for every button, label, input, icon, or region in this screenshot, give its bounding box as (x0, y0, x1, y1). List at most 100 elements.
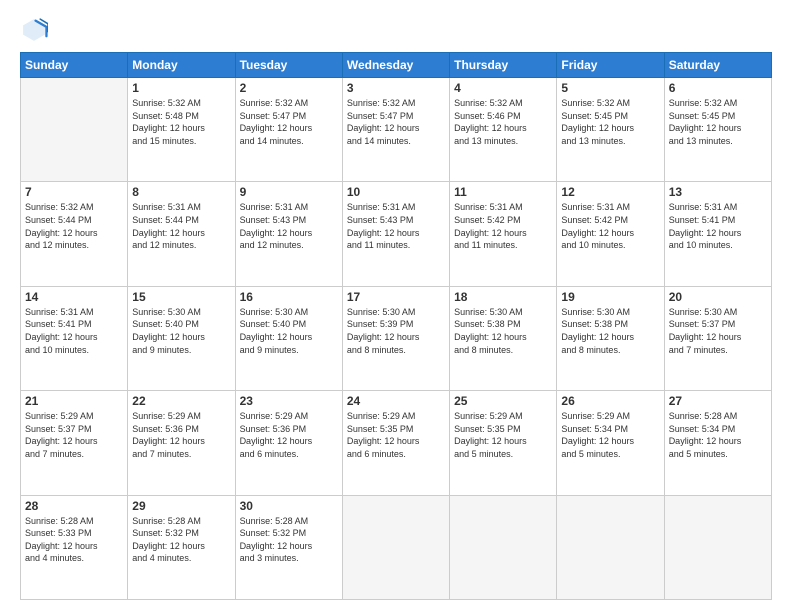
header-cell-friday: Friday (557, 53, 664, 78)
day-cell: 15Sunrise: 5:30 AM Sunset: 5:40 PM Dayli… (128, 286, 235, 390)
day-info: Sunrise: 5:32 AM Sunset: 5:47 PM Dayligh… (347, 97, 445, 147)
calendar-header: SundayMondayTuesdayWednesdayThursdayFrid… (21, 53, 772, 78)
day-info: Sunrise: 5:31 AM Sunset: 5:44 PM Dayligh… (132, 201, 230, 251)
week-row-4: 21 Sunrise: 5:29 AM Sunset: 5:37 PM Dayli… (21, 391, 772, 495)
day-cell (342, 495, 449, 599)
day-number: 3 (347, 81, 445, 95)
day-cell: 5 Sunrise: 5:32 AM Sunset: 5:45 PM Daylig… (557, 78, 664, 182)
day-number: 27 (669, 394, 767, 408)
day-number: 14 (25, 290, 123, 304)
day-info: Sunrise: 5:29 AM Sunset: 5:36 PM Dayligh… (132, 410, 230, 460)
day-cell: 22 Sunrise: 5:29 AM Sunset: 5:36 PM Dayli… (128, 391, 235, 495)
day-cell: 20 Sunrise: 5:30 AM Sunset: 5:37 PM Dayli… (664, 286, 771, 390)
day-number: 19 (561, 290, 659, 304)
day-info: Sunrise: 5:31 AM Sunset: 5:41 PM Dayligh… (669, 201, 767, 251)
day-number: 2 (240, 81, 338, 95)
day-cell: 2 Sunrise: 5:32 AM Sunset: 5:47 PM Daylig… (235, 78, 342, 182)
day-number: 12 (561, 185, 659, 199)
day-info: Sunrise: 5:29 AM Sunset: 5:34 PM Dayligh… (561, 410, 659, 460)
logo (20, 16, 52, 44)
day-number: 29 (132, 499, 230, 513)
day-cell: 12 Sunrise: 5:31 AM Sunset: 5:42 PM Dayli… (557, 182, 664, 286)
day-cell: 18Sunrise: 5:30 AM Sunset: 5:38 PM Dayli… (450, 286, 557, 390)
day-cell: 8 Sunrise: 5:31 AM Sunset: 5:44 PM Daylig… (128, 182, 235, 286)
day-info: Sunrise: 5:29 AM Sunset: 5:36 PM Dayligh… (240, 410, 338, 460)
day-cell: 26Sunrise: 5:29 AM Sunset: 5:34 PM Dayli… (557, 391, 664, 495)
day-number: 10 (347, 185, 445, 199)
day-number: 22 (132, 394, 230, 408)
header-cell-thursday: Thursday (450, 53, 557, 78)
week-row-5: 28 Sunrise: 5:28 AM Sunset: 5:33 PM Dayli… (21, 495, 772, 599)
day-info: Sunrise: 5:32 AM Sunset: 5:45 PM Dayligh… (561, 97, 659, 147)
day-cell: 9Sunrise: 5:31 AM Sunset: 5:43 PM Daylig… (235, 182, 342, 286)
day-cell: 7 Sunrise: 5:32 AM Sunset: 5:44 PM Daylig… (21, 182, 128, 286)
day-cell: 28 Sunrise: 5:28 AM Sunset: 5:33 PM Dayli… (21, 495, 128, 599)
day-info: Sunrise: 5:30 AM Sunset: 5:38 PM Dayligh… (561, 306, 659, 356)
day-cell: 14 Sunrise: 5:31 AM Sunset: 5:41 PM Dayli… (21, 286, 128, 390)
day-info: Sunrise: 5:30 AM Sunset: 5:37 PM Dayligh… (669, 306, 767, 356)
day-cell: 4Sunrise: 5:32 AM Sunset: 5:46 PM Daylig… (450, 78, 557, 182)
day-number: 25 (454, 394, 552, 408)
day-info: Sunrise: 5:32 AM Sunset: 5:44 PM Dayligh… (25, 201, 123, 251)
day-info: Sunrise: 5:32 AM Sunset: 5:47 PM Dayligh… (240, 97, 338, 147)
day-cell: 23 Sunrise: 5:29 AM Sunset: 5:36 PM Dayli… (235, 391, 342, 495)
day-info: Sunrise: 5:28 AM Sunset: 5:32 PM Dayligh… (240, 515, 338, 565)
day-cell (450, 495, 557, 599)
day-info: Sunrise: 5:30 AM Sunset: 5:39 PM Dayligh… (347, 306, 445, 356)
calendar-body: 1 Sunrise: 5:32 AM Sunset: 5:48 PM Daylig… (21, 78, 772, 600)
day-number: 6 (669, 81, 767, 95)
day-cell: 30 Sunrise: 5:28 AM Sunset: 5:32 PM Dayli… (235, 495, 342, 599)
day-info: Sunrise: 5:31 AM Sunset: 5:42 PM Dayligh… (561, 201, 659, 251)
day-number: 21 (25, 394, 123, 408)
day-number: 17 (347, 290, 445, 304)
day-number: 1 (132, 81, 230, 95)
day-cell: 29 Sunrise: 5:28 AM Sunset: 5:32 PM Dayli… (128, 495, 235, 599)
day-number: 16 (240, 290, 338, 304)
day-number: 28 (25, 499, 123, 513)
day-number: 20 (669, 290, 767, 304)
day-number: 9 (240, 185, 338, 199)
week-row-3: 14 Sunrise: 5:31 AM Sunset: 5:41 PM Dayli… (21, 286, 772, 390)
week-row-1: 1 Sunrise: 5:32 AM Sunset: 5:48 PM Daylig… (21, 78, 772, 182)
day-number: 24 (347, 394, 445, 408)
day-info: Sunrise: 5:32 AM Sunset: 5:48 PM Dayligh… (132, 97, 230, 147)
day-cell: 24 Sunrise: 5:29 AM Sunset: 5:35 PM Dayli… (342, 391, 449, 495)
day-cell: 6 Sunrise: 5:32 AM Sunset: 5:45 PM Daylig… (664, 78, 771, 182)
page: SundayMondayTuesdayWednesdayThursdayFrid… (0, 0, 792, 612)
day-cell: 17 Sunrise: 5:30 AM Sunset: 5:39 PM Dayli… (342, 286, 449, 390)
day-cell: 21 Sunrise: 5:29 AM Sunset: 5:37 PM Dayli… (21, 391, 128, 495)
header-cell-tuesday: Tuesday (235, 53, 342, 78)
day-info: Sunrise: 5:31 AM Sunset: 5:41 PM Dayligh… (25, 306, 123, 356)
day-cell: 11 Sunrise: 5:31 AM Sunset: 5:42 PM Dayli… (450, 182, 557, 286)
day-info: Sunrise: 5:29 AM Sunset: 5:35 PM Dayligh… (347, 410, 445, 460)
day-info: Sunrise: 5:30 AM Sunset: 5:38 PM Dayligh… (454, 306, 552, 356)
day-cell: 3 Sunrise: 5:32 AM Sunset: 5:47 PM Daylig… (342, 78, 449, 182)
day-info: Sunrise: 5:30 AM Sunset: 5:40 PM Dayligh… (240, 306, 338, 356)
day-info: Sunrise: 5:31 AM Sunset: 5:42 PM Dayligh… (454, 201, 552, 251)
day-cell (664, 495, 771, 599)
day-info: Sunrise: 5:30 AM Sunset: 5:40 PM Dayligh… (132, 306, 230, 356)
logo-icon (20, 16, 48, 44)
day-cell: 10Sunrise: 5:31 AM Sunset: 5:43 PM Dayli… (342, 182, 449, 286)
day-number: 7 (25, 185, 123, 199)
day-number: 30 (240, 499, 338, 513)
header (20, 16, 772, 44)
header-cell-sunday: Sunday (21, 53, 128, 78)
day-number: 8 (132, 185, 230, 199)
day-number: 5 (561, 81, 659, 95)
day-number: 23 (240, 394, 338, 408)
day-info: Sunrise: 5:28 AM Sunset: 5:32 PM Dayligh… (132, 515, 230, 565)
day-number: 4 (454, 81, 552, 95)
day-number: 13 (669, 185, 767, 199)
day-info: Sunrise: 5:29 AM Sunset: 5:37 PM Dayligh… (25, 410, 123, 460)
day-info: Sunrise: 5:32 AM Sunset: 5:45 PM Dayligh… (669, 97, 767, 147)
day-cell: 13 Sunrise: 5:31 AM Sunset: 5:41 PM Dayli… (664, 182, 771, 286)
day-number: 11 (454, 185, 552, 199)
day-cell (21, 78, 128, 182)
day-info: Sunrise: 5:29 AM Sunset: 5:35 PM Dayligh… (454, 410, 552, 460)
day-info: Sunrise: 5:28 AM Sunset: 5:34 PM Dayligh… (669, 410, 767, 460)
day-cell (557, 495, 664, 599)
header-cell-wednesday: Wednesday (342, 53, 449, 78)
day-info: Sunrise: 5:28 AM Sunset: 5:33 PM Dayligh… (25, 515, 123, 565)
day-cell: 25 Sunrise: 5:29 AM Sunset: 5:35 PM Dayli… (450, 391, 557, 495)
